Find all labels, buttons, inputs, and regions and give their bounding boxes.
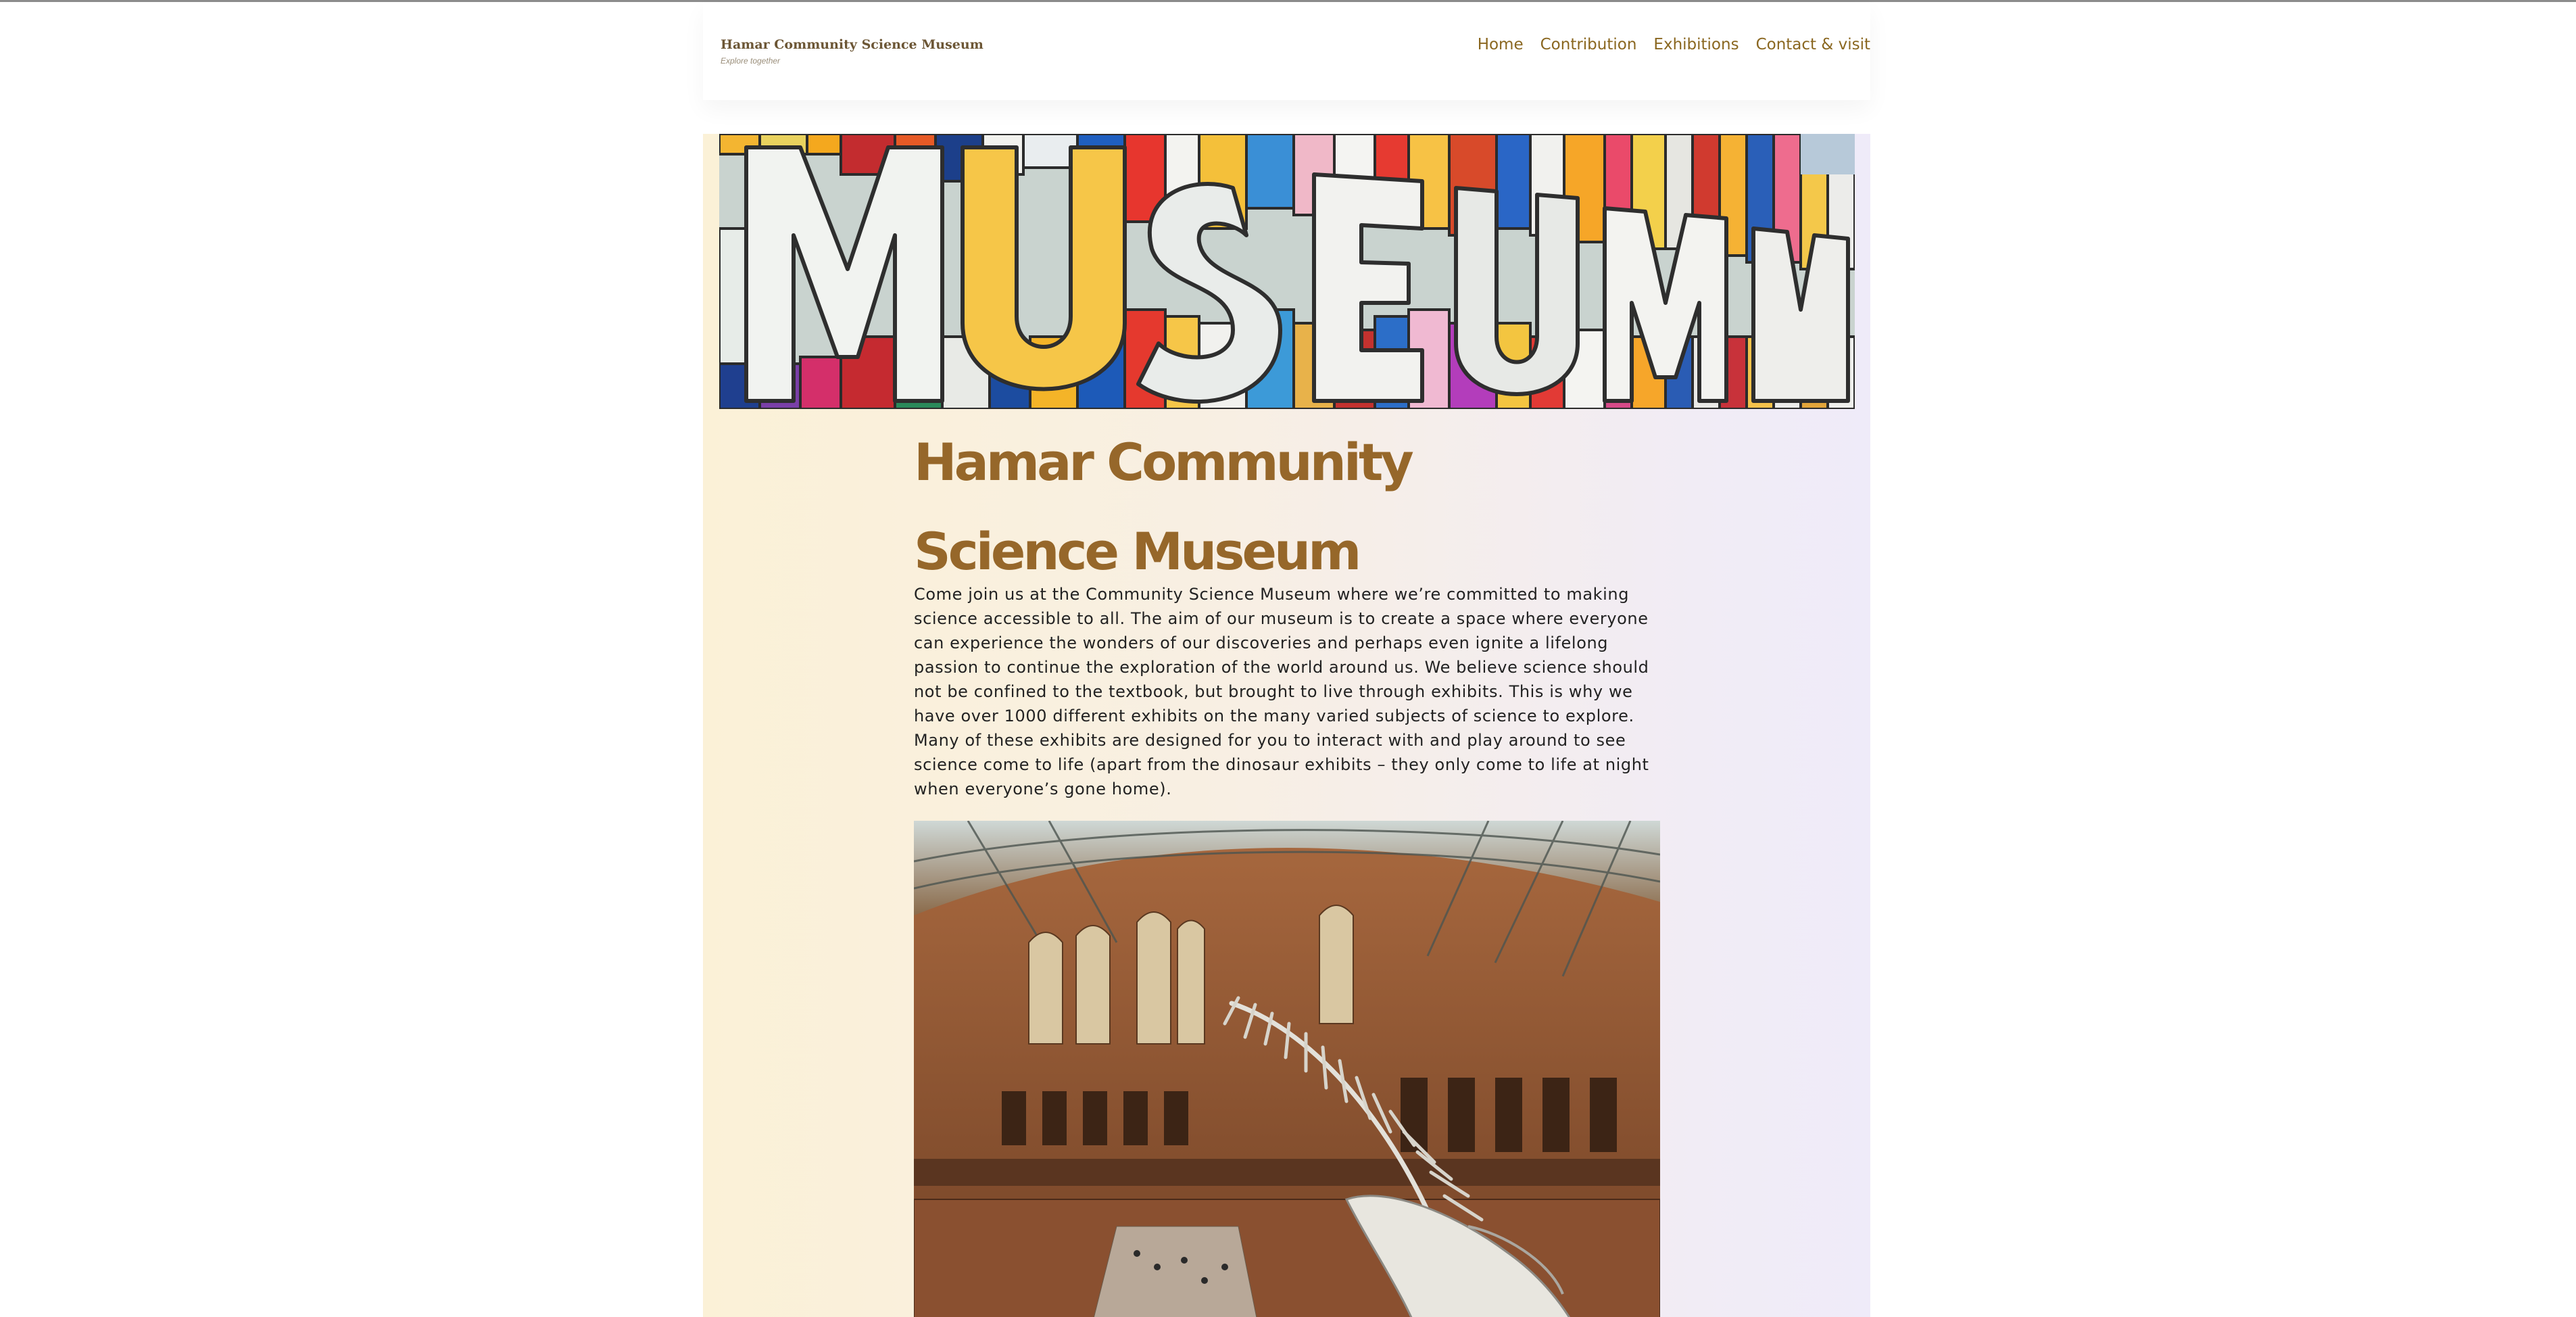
museum-facade-image: [719, 134, 1855, 409]
site-name: Hamar Community Science Museum: [721, 37, 983, 52]
main-nav: Home Contribution Exhibitions Contact & …: [1461, 36, 1870, 53]
page-title: Hamar Community Science Museum: [914, 432, 1414, 581]
whale-skeleton-hall-image: [914, 821, 1660, 1317]
museum-hall-image: [914, 821, 1660, 1317]
intro-paragraph: Come join us at the Community Science Mu…: [914, 585, 1649, 798]
site-header: Hamar Community Science Museum Explore t…: [703, 2, 1870, 100]
nav-home[interactable]: Home: [1478, 36, 1524, 53]
site-logo[interactable]: Hamar Community Science Museum Explore t…: [712, 21, 983, 82]
main-content: Hamar Community Science Museum Come join…: [703, 134, 1870, 1317]
nav-contact-visit[interactable]: Contact & visit: [1756, 36, 1870, 53]
site-tagline: Explore together: [721, 56, 781, 66]
hero-image: [719, 134, 1855, 409]
nav-exhibitions[interactable]: Exhibitions: [1653, 36, 1739, 53]
nav-contribution[interactable]: Contribution: [1540, 36, 1637, 53]
